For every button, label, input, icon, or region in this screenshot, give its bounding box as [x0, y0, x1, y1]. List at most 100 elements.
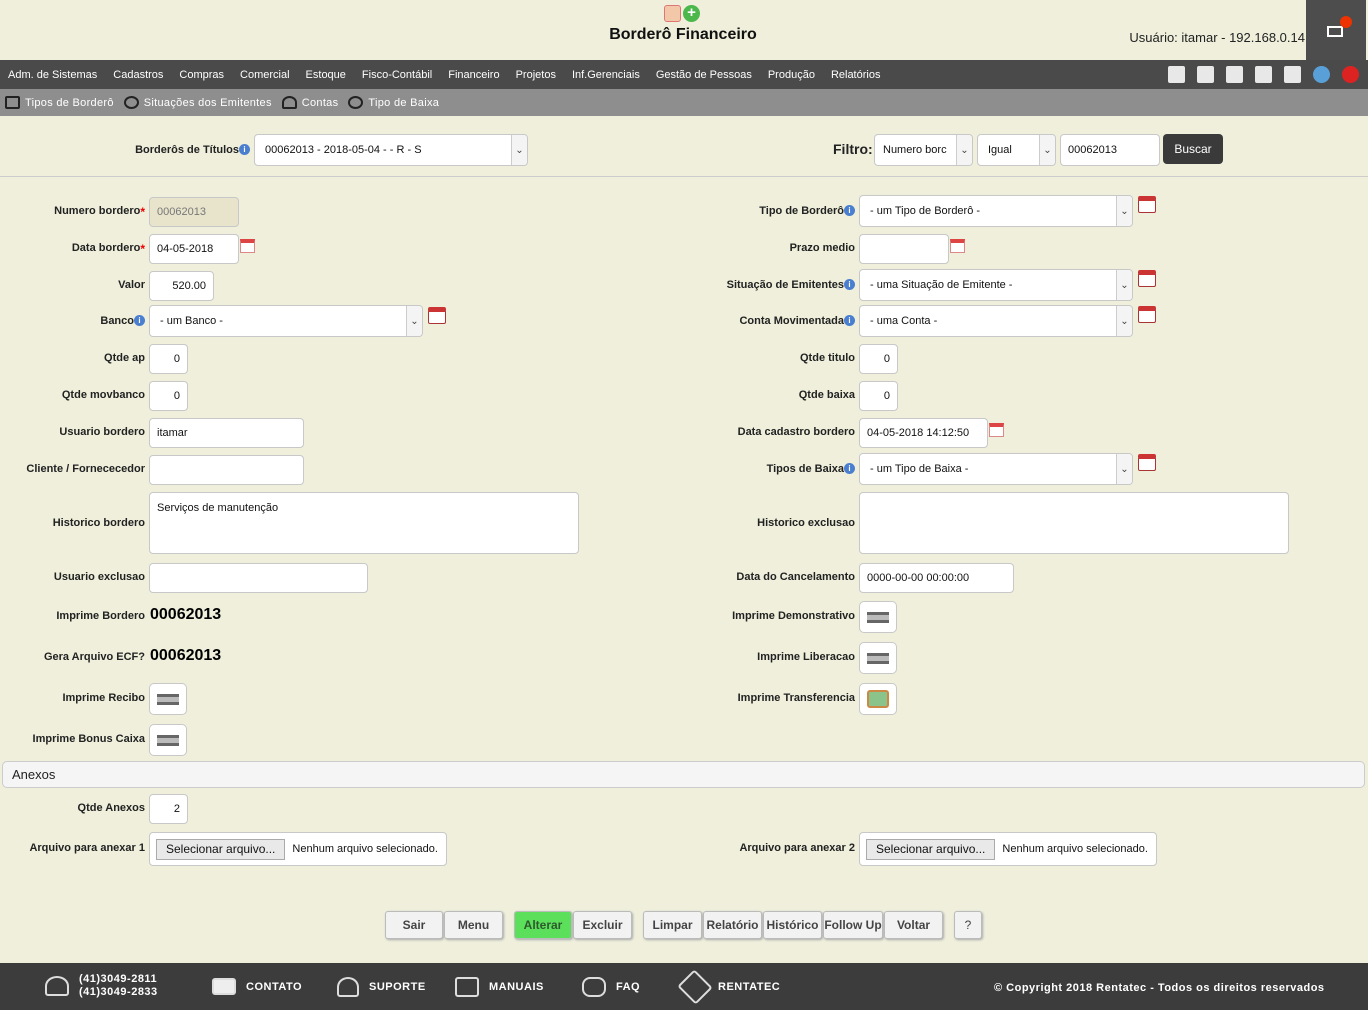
power-icon[interactable] [1342, 66, 1359, 83]
filter-field-select[interactable]: Numero borc ⌄ [874, 134, 973, 166]
conta-value: - uma Conta - [870, 315, 938, 327]
help-button[interactable]: ? [954, 911, 982, 939]
banco-select[interactable]: - um Banco - ⌄ [149, 305, 423, 337]
info-icon[interactable]: i [844, 205, 855, 216]
phone-1: (41)3049-2811 [79, 973, 158, 985]
search-button[interactable]: Buscar [1163, 134, 1223, 164]
add-situacao-icon[interactable] [1138, 270, 1156, 287]
footer-contato[interactable]: CONTATO [212, 978, 302, 995]
calendar-icon[interactable] [989, 423, 1004, 437]
footer-rentatec[interactable]: RENTATEC [677, 969, 780, 1005]
info-icon[interactable]: i [844, 279, 855, 290]
submenu-situacoes-emitentes[interactable]: Situações dos Emitentes [123, 96, 272, 109]
voltar-button[interactable]: Voltar [884, 911, 943, 939]
submenu-tipos-bordero[interactable]: Tipos de Borderô [5, 96, 114, 109]
qtde-movbanco-input[interactable]: 0 [149, 381, 188, 411]
add-icon[interactable]: + [683, 5, 700, 22]
conta-select[interactable]: - uma Conta - ⌄ [859, 305, 1133, 337]
add-tipos-baixa-icon[interactable] [1138, 454, 1156, 471]
mail-icon[interactable] [1327, 26, 1343, 37]
usuario-input[interactable]: itamar [149, 418, 304, 448]
list-icon[interactable] [1284, 66, 1301, 83]
alterar-button[interactable]: Alterar [514, 911, 572, 939]
document-icon[interactable] [1255, 66, 1272, 83]
footer-manuais[interactable]: MANUAIS [455, 977, 544, 997]
calendar-icon[interactable] [950, 239, 965, 253]
usuario-exclusao-input[interactable] [149, 563, 368, 593]
gera-ecf-link[interactable]: 00062013 [150, 647, 221, 665]
menu-button[interactable]: Menu [444, 911, 503, 939]
robot-icon[interactable] [1226, 66, 1243, 83]
historico-textarea[interactable]: Serviços de manutenção [149, 492, 579, 554]
data-input[interactable]: 04-05-2018 [149, 234, 239, 264]
arquivo2-file-input[interactable]: Selecionar arquivo... Nenhum arquivo sel… [859, 832, 1157, 866]
numero-input[interactable]: 00062013 [149, 197, 239, 227]
info-icon[interactable]: i [239, 144, 250, 155]
menu-compras[interactable]: Compras [179, 69, 224, 81]
historico-button[interactable]: Histórico [763, 911, 822, 939]
qtde-anexos-input[interactable]: 2 [149, 794, 188, 824]
relatorio-button[interactable]: Relatório [703, 911, 762, 939]
add-banco-icon[interactable] [428, 307, 446, 324]
excluir-button[interactable]: Excluir [573, 911, 632, 939]
follow-up-button[interactable]: Follow Up [823, 911, 883, 939]
printer-icon[interactable] [1197, 66, 1214, 83]
qtde-baixa-input[interactable]: 0 [859, 381, 898, 411]
info-icon[interactable]: i [844, 315, 855, 326]
data-cadastro-input[interactable]: 04-05-2018 14:12:50 [859, 418, 988, 448]
filter-operator-select[interactable]: Igual ⌄ [977, 134, 1056, 166]
select-file-button[interactable]: Selecionar arquivo... [156, 838, 286, 860]
report-icon[interactable] [664, 5, 681, 22]
add-conta-icon[interactable] [1138, 306, 1156, 323]
borderos-select[interactable]: 00062013 - 2018-05-04 - - R - S ⌄ [254, 134, 528, 166]
menu-estoque[interactable]: Estoque [306, 69, 346, 81]
select-file-button[interactable]: Selecionar arquivo... [866, 838, 996, 860]
limpar-button[interactable]: Limpar [643, 911, 702, 939]
arquivo1-file-input[interactable]: Selecionar arquivo... Nenhum arquivo sel… [149, 832, 447, 866]
imprime-bordero-link[interactable]: 00062013 [150, 606, 221, 624]
info-icon[interactable]: i [134, 315, 145, 326]
submenu-contas[interactable]: Contas [281, 96, 339, 109]
menu-gestao-pessoas[interactable]: Gestão de Pessoas [656, 69, 752, 81]
tipo-bordero-select[interactable]: - um Tipo de Borderô - ⌄ [859, 195, 1133, 227]
menu-relatorios[interactable]: Relatórios [831, 69, 881, 81]
calendar-icon[interactable] [240, 239, 255, 253]
historico-exclusao-textarea[interactable] [859, 492, 1289, 554]
anexos-section-header[interactable]: Anexos [2, 761, 1365, 788]
menu-cadastros[interactable]: Cadastros [113, 69, 163, 81]
imprime-demonstrativo-button[interactable] [859, 601, 897, 633]
home-icon[interactable] [1168, 66, 1185, 83]
help-icon[interactable] [1313, 66, 1330, 83]
tipos-baixa-select[interactable]: - um Tipo de Baixa - ⌄ [859, 453, 1133, 485]
copyright: © Copyright 2018 Rentatec - Todos os dir… [994, 982, 1325, 994]
prazo-input[interactable] [859, 234, 949, 264]
footer-suporte[interactable]: SUPORTE [337, 977, 426, 997]
qtde-movbanco-label: Qtde movbanco [61, 389, 145, 401]
imprime-liberacao-button[interactable] [859, 642, 897, 674]
menu-projetos[interactable]: Projetos [516, 69, 556, 81]
submenu-tipo-baixa[interactable]: Tipo de Baixa [348, 96, 439, 109]
situacao-label: Situação de Emitentes i [700, 279, 855, 291]
menu-adm-sistemas[interactable]: Adm. de Sistemas [8, 69, 97, 81]
info-icon[interactable]: i [844, 463, 855, 474]
add-tipo-bordero-icon[interactable] [1138, 196, 1156, 213]
menu-producao[interactable]: Produção [768, 69, 815, 81]
valor-input[interactable]: 520.00 [149, 271, 214, 301]
footer-faq[interactable]: FAQ [582, 977, 640, 997]
menu-fisco-contabil[interactable]: Fisco-Contábil [362, 69, 432, 81]
qtde-ap-input[interactable]: 0 [149, 344, 188, 374]
sair-button[interactable]: Sair [385, 911, 443, 939]
menu-inf-gerenciais[interactable]: Inf.Gerenciais [572, 69, 640, 81]
qtde-anexos-label: Qtde Anexos [77, 802, 145, 814]
imprime-transferencia-button[interactable] [859, 683, 897, 715]
situacao-select[interactable]: - uma Situação de Emitente - ⌄ [859, 269, 1133, 301]
chevron-down-icon: ⌄ [1039, 135, 1055, 165]
imprime-recibo-button[interactable] [149, 683, 187, 715]
cliente-input[interactable] [149, 455, 304, 485]
menu-financeiro[interactable]: Financeiro [448, 69, 499, 81]
imprime-bonus-button[interactable] [149, 724, 187, 756]
menu-comercial[interactable]: Comercial [240, 69, 290, 81]
filter-search-input[interactable]: 00062013 [1060, 134, 1160, 166]
data-cancelamento-input[interactable]: 0000-00-00 00:00:00 [859, 563, 1014, 593]
qtde-titulo-input[interactable]: 0 [859, 344, 898, 374]
